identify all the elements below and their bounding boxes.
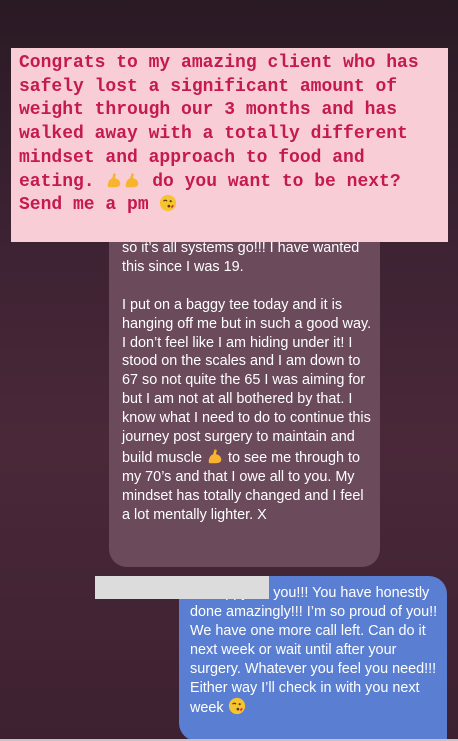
outgoing-message-text: so happy for you!!! You have honestly do…: [190, 584, 442, 718]
flexed-biceps-emoji-icon: [108, 172, 121, 187]
flexed-biceps-emoji-icon: [126, 172, 139, 187]
caption-banner: Congrats to my amazing client who has sa…: [11, 48, 448, 242]
incoming-message-para-2: I put on a baggy tee today and it is han…: [122, 296, 374, 525]
flexed-biceps-emoji-icon: [208, 449, 222, 464]
kissing-face-emoji-icon: [228, 698, 245, 715]
caption-text: Congrats to my amazing client who has sa…: [19, 52, 442, 218]
incoming-message-para-2-start: I put on a baggy tee today and it is han…: [122, 296, 372, 466]
kissing-face-emoji-icon: [160, 195, 177, 212]
incoming-message-text: so it’s all systems go!!! I have wanted …: [122, 239, 374, 543]
incoming-message-para-1: so it’s all systems go!!! I have wanted …: [122, 240, 360, 275]
outgoing-message-bubble: so happy for you!!! You have honestly do…: [179, 576, 447, 741]
redacted-name-block: [95, 576, 269, 599]
incoming-message-bubble: so it’s all systems go!!! I have wanted …: [109, 215, 380, 567]
